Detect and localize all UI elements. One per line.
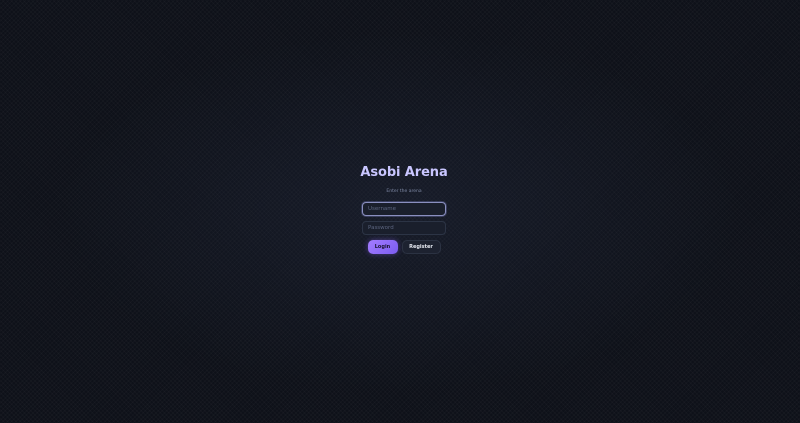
app-subtitle: Enter the arena	[386, 189, 422, 194]
form-actions: Login Register	[362, 240, 446, 254]
password-input[interactable]	[362, 221, 446, 235]
username-input[interactable]	[362, 202, 446, 216]
app-title: Asobi Arena	[360, 165, 448, 180]
login-button[interactable]: Login	[367, 240, 398, 254]
register-button[interactable]: Register	[401, 240, 441, 254]
login-panel: Asobi Arena Enter the arena Login Regist…	[360, 164, 448, 254]
